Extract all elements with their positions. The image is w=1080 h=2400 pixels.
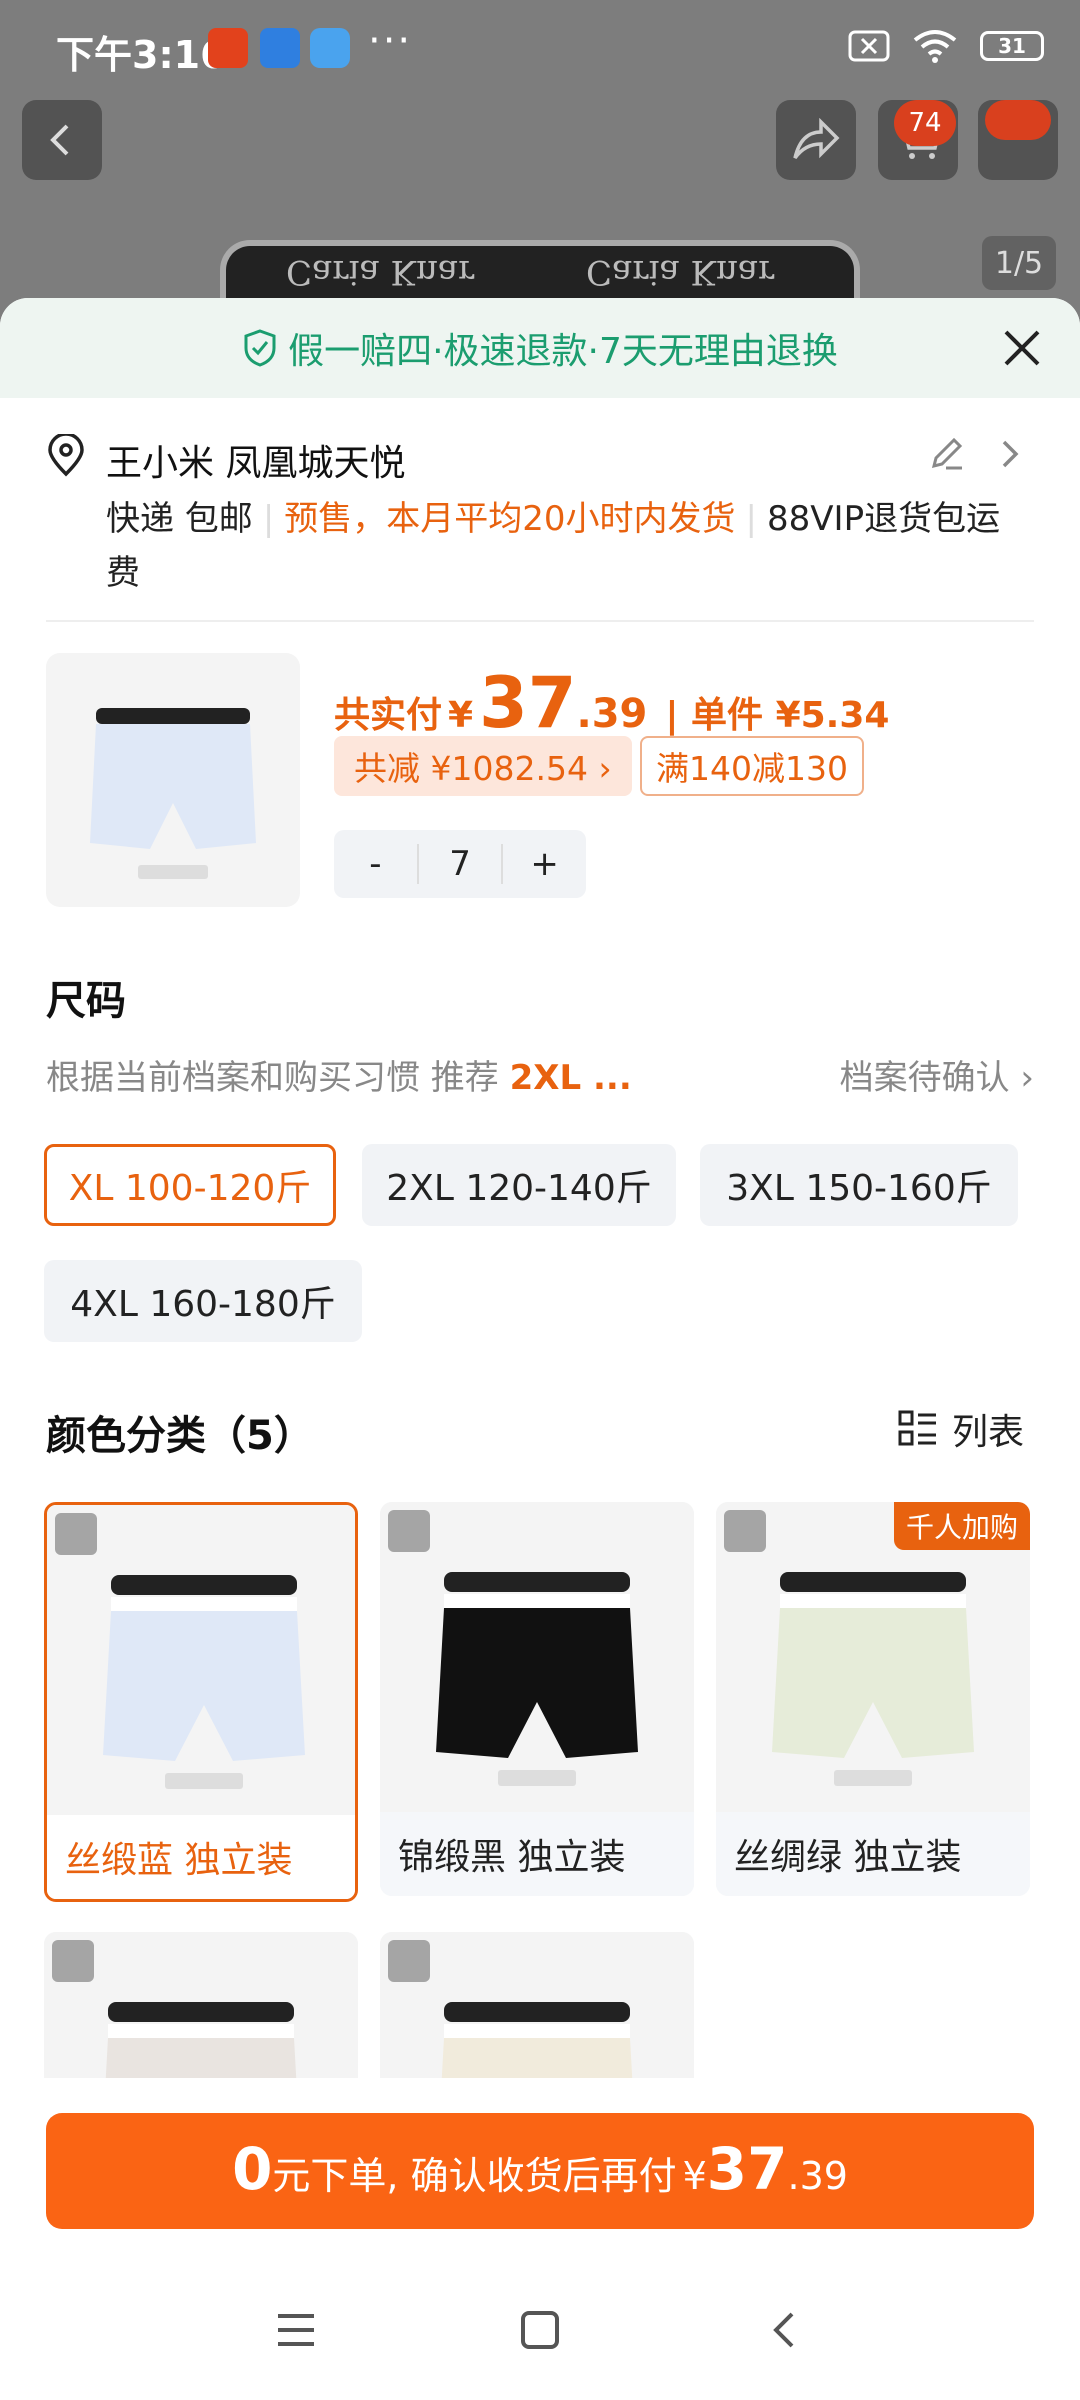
- color-option-blue[interactable]: 丝缎蓝 独立装: [44, 1502, 358, 1902]
- unit-price: | 单件 ¥5.34: [665, 695, 890, 736]
- sku-sheet: 假一赔四·极速退款·7天无理由退换 王小米 凤凰城天悦 快递 包邮 | 预售，本月平…: [0, 298, 1080, 2400]
- cart-count-badge: 74: [894, 100, 956, 146]
- expand-icon[interactable]: [388, 1510, 430, 1552]
- expand-icon[interactable]: [52, 1940, 94, 1982]
- close-icon[interactable]: [994, 320, 1050, 376]
- delivery-info: 快递 包邮 | 预售，本月平均20小时内发货 | 88VIP退货包运费: [106, 499, 1001, 593]
- chevron-right-icon[interactable]: [996, 434, 1026, 474]
- cta-currency: ¥: [682, 2154, 707, 2198]
- home-icon[interactable]: [518, 2308, 562, 2352]
- chat-icon: [985, 100, 1051, 140]
- list-view-label: 列表: [951, 1412, 1024, 1453]
- app-notification-icon: [208, 28, 248, 68]
- sim-off-icon: [848, 30, 890, 62]
- back-nav-icon[interactable]: [762, 2308, 806, 2352]
- color-option-label: 丝缎蓝 独立装: [47, 1815, 355, 1899]
- delivery-method: 快递 包邮: [106, 499, 253, 539]
- color-option-image: [47, 1505, 355, 1815]
- expand-icon[interactable]: [388, 1940, 430, 1982]
- size-section-title: 尺码: [46, 978, 126, 1024]
- price-summary: 共实付 ¥ 37.39 | 单件 ¥5.34: [334, 662, 889, 744]
- guarantee-bar: 假一赔四·极速退款·7天无理由退换: [0, 298, 1080, 398]
- price-integer: 37: [479, 662, 577, 744]
- quantity-value[interactable]: 7: [416, 844, 504, 884]
- size-option-3xl[interactable]: 3XL 150-160斤: [700, 1144, 1018, 1226]
- profile-confirm-link[interactable]: 档案待确认 ›: [840, 1050, 1034, 1099]
- battery-icon: 31: [980, 31, 1044, 61]
- status-bar: 下午3:16 ··· 31: [0, 0, 1080, 100]
- color-section-title: 颜色分类（5）: [46, 1413, 314, 1459]
- size-option-xl[interactable]: XL 100-120斤: [44, 1144, 336, 1226]
- guarantee-text: 假一赔四·极速退款·7天无理由退换: [288, 331, 838, 372]
- cta-text: 元下单, 确认收货后再付: [272, 2154, 677, 2198]
- recommended-size: 2XL ...: [509, 1058, 632, 1098]
- cta-zero: 0: [232, 2135, 273, 2203]
- system-nav-bar: [0, 2260, 1080, 2400]
- expand-icon[interactable]: [724, 1510, 766, 1552]
- size-recommendation: 根据当前档案和购买习惯 推荐 2XL ...: [46, 1058, 632, 1098]
- price-decimal: .39: [576, 691, 648, 737]
- cta-price-decimal: .39: [787, 2154, 848, 2198]
- quantity-stepper: - 7 +: [334, 830, 586, 898]
- weather-notification-icon: [310, 28, 350, 68]
- shield-check-icon: [244, 329, 276, 367]
- expand-icon[interactable]: [55, 1513, 97, 1555]
- address-name: 王小米 凤凰城天悦: [106, 443, 406, 484]
- color-option-label: 丝绸绿 独立装: [716, 1812, 1030, 1896]
- edit-icon[interactable]: [926, 434, 966, 474]
- underwear-image: [90, 708, 256, 879]
- chevron-left-icon: [50, 124, 69, 156]
- status-time: 下午3:16: [56, 33, 227, 77]
- color-option-image: [380, 1502, 694, 1812]
- product-waistband-image: Caria Knar Caria Knar: [220, 240, 860, 300]
- place-order-button[interactable]: 0 元下单, 确认收货后再付 ¥ 37 .39: [46, 2113, 1034, 2229]
- color-option-grey[interactable]: [44, 1932, 358, 2092]
- back-button[interactable]: [22, 100, 102, 180]
- coupon-badge[interactable]: 满140减130: [640, 736, 864, 796]
- location-pin-icon: [48, 434, 84, 477]
- size-option-2xl[interactable]: 2XL 120-140斤: [362, 1144, 676, 1226]
- list-icon: [898, 1410, 936, 1446]
- color-option-image: 千人加购: [716, 1502, 1030, 1812]
- color-option-cream[interactable]: [380, 1932, 694, 2092]
- color-option-image: [44, 1932, 358, 2092]
- size-option-4xl[interactable]: 4XL 160-180斤: [44, 1260, 362, 1342]
- menu-icon[interactable]: [274, 2310, 318, 2350]
- divider: [46, 620, 1034, 622]
- selected-product-thumbnail[interactable]: [46, 653, 300, 907]
- increase-button[interactable]: +: [503, 844, 586, 884]
- share-button[interactable]: [776, 100, 856, 180]
- wifi-icon: [913, 30, 957, 63]
- list-view-toggle[interactable]: 列表: [898, 1403, 1024, 1455]
- color-option-image: [380, 1932, 694, 2092]
- discount-detail-button[interactable]: 共减 ¥1082.54 ›: [334, 736, 632, 796]
- cta-price-integer: 37: [706, 2135, 788, 2203]
- price-label: 共实付: [334, 695, 443, 736]
- color-option-black[interactable]: 锦缎黑 独立装: [380, 1502, 694, 1896]
- popular-tag: 千人加购: [893, 1502, 1030, 1550]
- price-currency: ¥: [448, 695, 474, 736]
- decrease-button[interactable]: -: [334, 844, 417, 884]
- wallet-notification-icon: [260, 28, 300, 68]
- share-icon: [793, 118, 840, 160]
- more-notifications-icon: ···: [368, 18, 413, 64]
- presale-note: 预售，本月平均20小时内发货: [284, 499, 736, 539]
- color-option-label: 锦缎黑 独立装: [380, 1812, 694, 1896]
- color-option-green[interactable]: 千人加购 丝绸绿 独立装: [716, 1502, 1030, 1896]
- image-pager: 1/5: [982, 236, 1056, 290]
- message-button[interactable]: [978, 100, 1058, 180]
